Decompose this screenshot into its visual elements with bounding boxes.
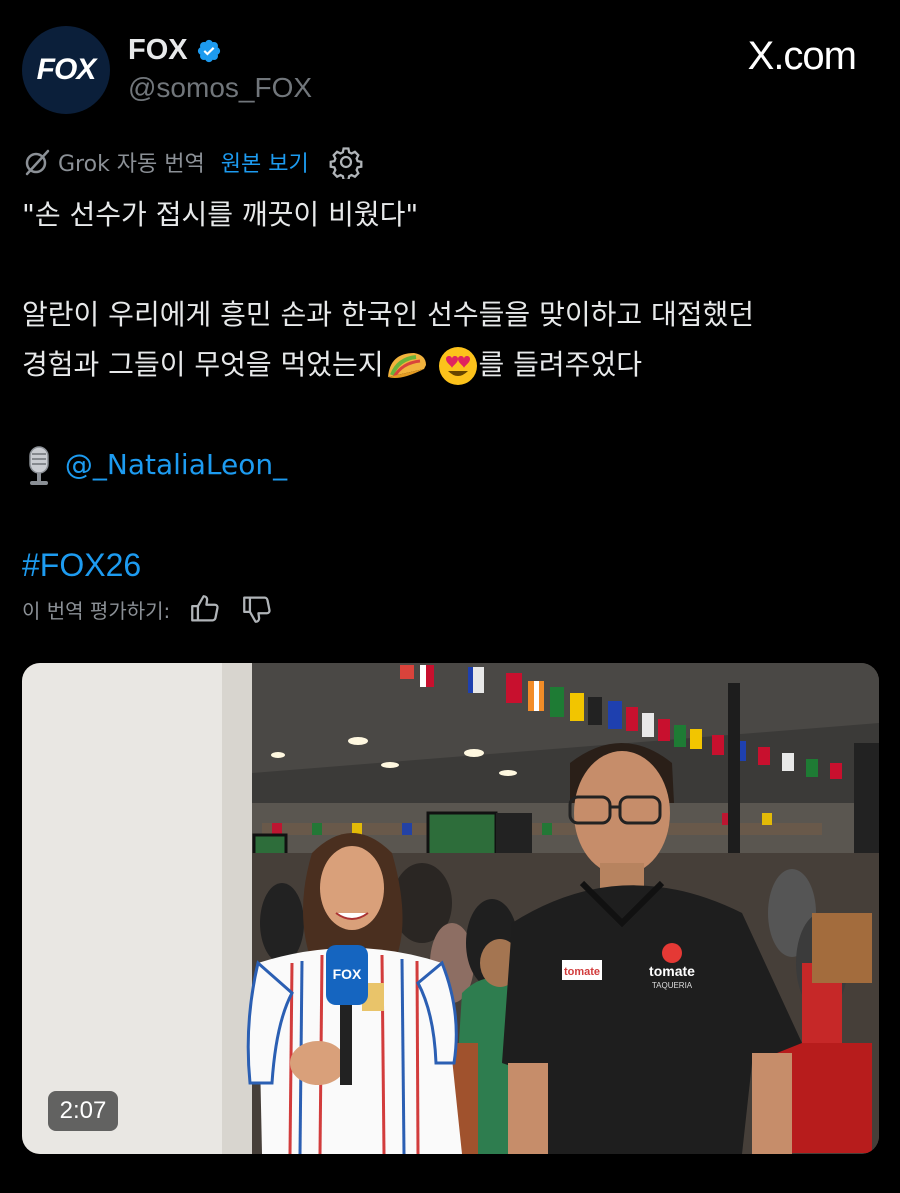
view-original-link[interactable]: 원본 보기: [221, 146, 309, 178]
tweet-line-3: 경험과 그들이 무엇을 먹었는지 를 들려주었다: [22, 340, 882, 390]
mic-logo: FOX: [333, 966, 362, 982]
video-frame: FOX tomate tomate TAQUERIA: [22, 663, 879, 1154]
grok-translation-label: Grok 자동 번역: [58, 152, 205, 177]
video-player[interactable]: FOX tomate tomate TAQUERIA: [22, 663, 879, 1154]
settings-gear-icon[interactable]: [329, 145, 363, 179]
taco-emoji: [387, 353, 426, 378]
account-handle[interactable]: @somos_FOX: [128, 72, 312, 104]
tweet-line-2: 알란이 우리에게 흥민 손과 한국인 선수들을 맞이하고 대접했던: [22, 298, 755, 331]
tweet-line-3b: 를 들려주었다: [478, 348, 642, 381]
tweet-line-3a: 경험과 그들이 무엇을 먹었는지: [22, 348, 384, 381]
microphone-emoji: [29, 446, 49, 485]
video-duration-badge: 2:07: [48, 1091, 118, 1131]
shirt-logo: tomate: [649, 963, 695, 979]
watermark-text: X.com: [747, 34, 857, 78]
mention-link[interactable]: @_NataliaLeon_: [65, 448, 287, 481]
avatar-logo-text: FOX: [36, 53, 97, 86]
rate-translation-row: 이 번역 평가하기:: [22, 592, 274, 626]
translation-bar: Grok 자동 번역 원본 보기: [22, 145, 363, 179]
thumbs-up-icon[interactable]: [188, 592, 222, 626]
grok-icon: [25, 149, 50, 176]
verified-badge-icon: [197, 39, 220, 62]
name-row: FOX: [128, 34, 222, 67]
display-name[interactable]: FOX: [128, 34, 188, 67]
account-avatar[interactable]: FOX: [22, 26, 110, 114]
thumbs-down-icon[interactable]: [240, 592, 274, 626]
hashtag-line: #FOX26: [22, 540, 882, 592]
xcom-watermark: X.com: [747, 34, 857, 79]
tweet-body: "손 선수가 접시를 깨끗이 비웠다" 알란이 우리에게 흥민 손과 한국인 선…: [22, 190, 882, 592]
mention-line: @_NataliaLeon_: [22, 440, 882, 490]
rate-translation-label: 이 번역 평가하기:: [22, 598, 171, 623]
shirt-logo-sub: TAQUERIA: [652, 981, 693, 990]
hashtag-link[interactable]: #FOX26: [22, 547, 141, 583]
heart-eyes-emoji: [438, 347, 477, 385]
svg-text:tomate: tomate: [564, 966, 600, 978]
tweet-header: FOX FOX @somos_FOX X.com: [0, 0, 900, 125]
tweet-quote-line: "손 선수가 접시를 깨끗이 비웠다": [22, 198, 419, 231]
